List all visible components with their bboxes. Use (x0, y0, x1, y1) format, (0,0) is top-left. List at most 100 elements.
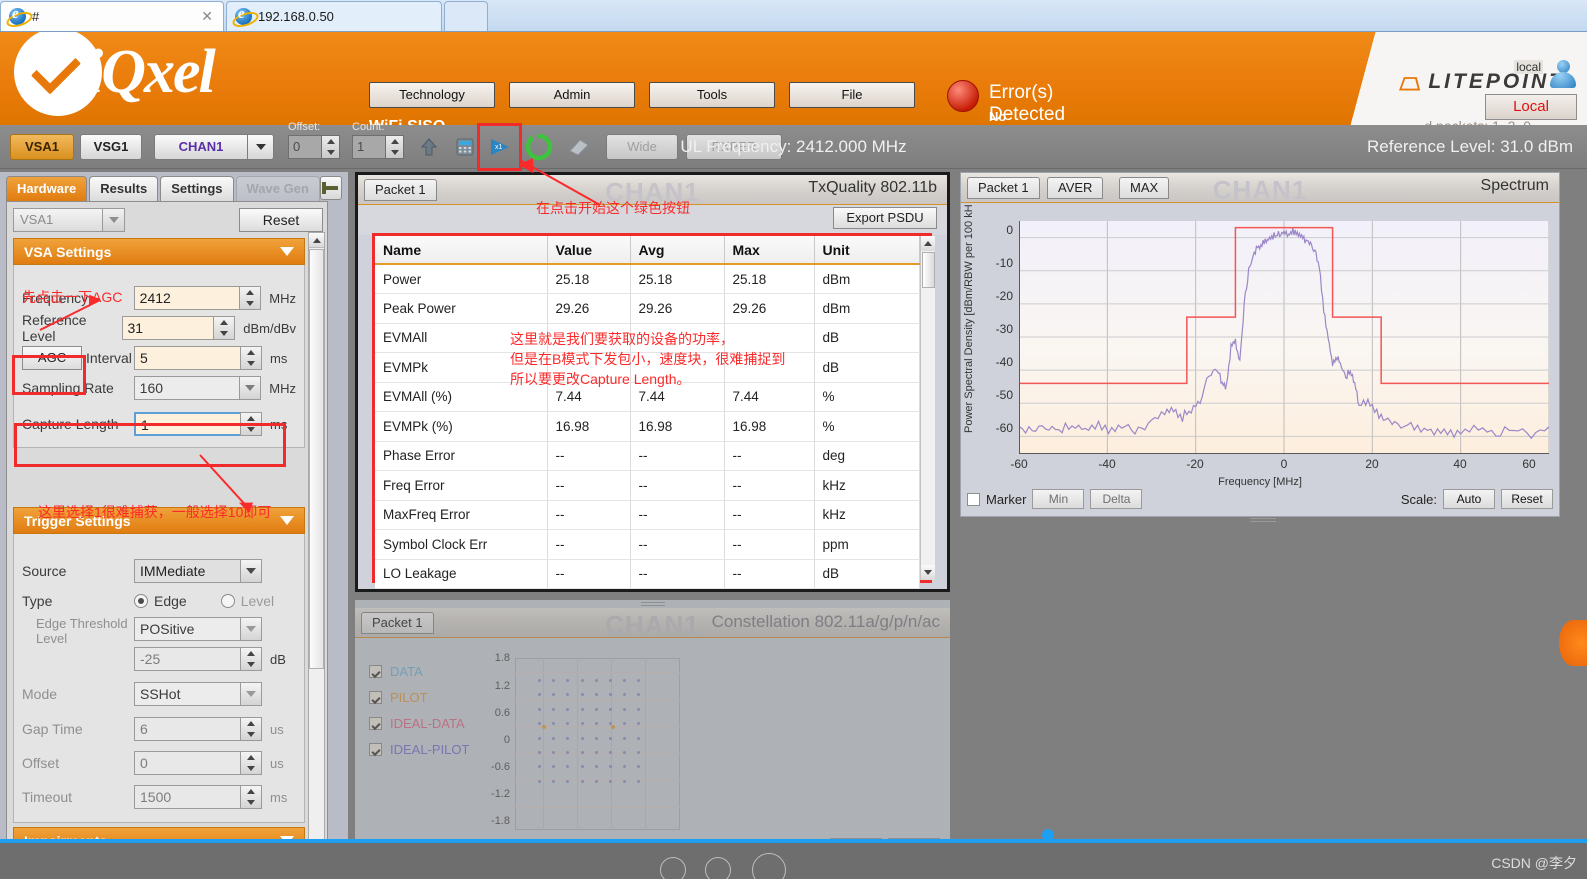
mode-dropdown-icon[interactable] (240, 682, 262, 706)
spectrum-reset-button[interactable]: Reset (1501, 489, 1553, 509)
vsa-settings-header[interactable]: VSA Settings (13, 238, 305, 265)
menu-admin[interactable]: Admin (509, 82, 635, 108)
marker-checkbox[interactable] (967, 492, 980, 506)
cell-value: -- (547, 441, 631, 471)
device-select[interactable]: VSA1 (13, 208, 125, 232)
sampling-rate-select[interactable]: 160 (133, 376, 240, 400)
local-button[interactable]: Local (1485, 94, 1577, 120)
checkbox-icon[interactable] (369, 742, 382, 756)
edge-select[interactable]: POSitive (134, 617, 240, 641)
constellation-packet-tab[interactable]: Packet 1 (361, 612, 434, 634)
radio-edge[interactable]: Edge (134, 593, 187, 609)
legend-item-pilot[interactable]: PILOT (369, 684, 499, 710)
marker-min-button[interactable]: Min (1032, 489, 1085, 509)
table-row[interactable]: Peak Power 29.26 29.26 29.26 dBm (375, 293, 920, 324)
pin-panel-button[interactable] (320, 176, 342, 200)
scroll-up-icon[interactable] (309, 233, 324, 248)
scroll-down-icon[interactable] (920, 565, 935, 580)
timeout-spinner[interactable] (240, 785, 262, 809)
browser-tab-1[interactable]: # ✕ (0, 1, 224, 31)
table-row[interactable]: Power 25.18 25.18 25.18 dBm (375, 264, 920, 294)
spectrum-packet-tab[interactable]: Packet 1 (967, 177, 1040, 199)
constellation-point (538, 707, 541, 711)
checkbox-icon[interactable] (369, 664, 382, 678)
reference-level-input[interactable]: 31 (121, 316, 214, 340)
tab-results[interactable]: Results (89, 176, 159, 201)
source-select[interactable]: IMMediate (134, 559, 240, 583)
table-row[interactable]: EVMPk (%) 16.98 16.98 16.98% (375, 411, 920, 442)
sampling-rate-dropdown-icon[interactable] (239, 376, 262, 400)
export-psdu-button[interactable]: Export PSDU (833, 207, 937, 229)
legend-item-ideal-pilot[interactable]: IDEAL-PILOT (369, 736, 499, 762)
cell-value: 29.26 (547, 293, 631, 324)
threshold-spinner[interactable] (240, 647, 262, 671)
frequency-unit: MHz (269, 290, 296, 306)
left-panel-scrollbar[interactable] (308, 232, 325, 860)
reference-level-spinner[interactable] (213, 316, 236, 340)
gap-time-input[interactable]: 6 (134, 717, 240, 741)
device-select-value: VSA1 (20, 212, 54, 227)
reset-button[interactable]: Reset (239, 208, 323, 232)
pin-icon (322, 182, 338, 194)
table-header-row: Name Value Avg Max Unit (375, 236, 920, 265)
table-row[interactable]: Symbol Clock Err -- -- -- ppm (375, 529, 920, 560)
spectrum-aver-tab[interactable]: AVER (1047, 177, 1104, 199)
browser-new-tab[interactable] (444, 1, 488, 31)
checkbox-icon[interactable] (369, 716, 382, 730)
cell-value: -- (547, 529, 631, 560)
scroll-up-icon[interactable] (920, 236, 935, 251)
threshold-input[interactable]: -25 (134, 647, 240, 671)
gap-time-spinner[interactable] (240, 717, 262, 741)
offset-label: Offset (22, 755, 60, 771)
frequency-input[interactable]: 2412 (133, 286, 240, 310)
txquality-table-scrollbar[interactable] (919, 236, 935, 580)
menu-tools[interactable]: Tools (649, 82, 775, 108)
offset-field-spinner[interactable] (240, 751, 262, 775)
cell-name: Symbol Clock Err (375, 529, 548, 560)
browser-tab-2[interactable]: 192.168.0.50 (226, 1, 442, 31)
tab-settings[interactable]: Settings (160, 176, 234, 201)
table-row[interactable]: MaxFreq Error -- -- -- kHz (375, 500, 920, 530)
device-select-dropdown-icon[interactable] (102, 209, 124, 231)
spectrum-ytick: 0 (1006, 223, 1013, 237)
radio-level[interactable]: Level (220, 593, 274, 609)
user-avatar-icon[interactable] (1549, 60, 1577, 88)
tab-hardware[interactable]: Hardware (6, 176, 88, 201)
legend-item-data[interactable]: DATA (369, 658, 499, 684)
mode-select[interactable]: SSHot (134, 682, 240, 706)
menu-file[interactable]: File (789, 82, 915, 108)
tab-wave-gen[interactable]: Wave Gen (235, 176, 320, 201)
close-icon[interactable]: ✕ (199, 8, 215, 25)
frequency-spinner[interactable] (239, 286, 262, 310)
legend-label: DATA (390, 663, 423, 679)
checkbox-icon[interactable] (369, 690, 382, 704)
menu-technology[interactable]: Technology (369, 82, 495, 108)
spectrum-max-tab[interactable]: MAX (1119, 177, 1170, 199)
bottom-slider-handle[interactable] (1042, 829, 1054, 841)
constellation-point (538, 679, 541, 682)
table-row[interactable]: Freq Error -- -- -- kHz (375, 470, 920, 501)
annotation-trigger-note: 这里选择1很难捕获，一般选择10即可 (38, 504, 272, 520)
scrollbar-thumb[interactable] (309, 249, 324, 669)
cell-max (724, 323, 815, 353)
source-dropdown-icon[interactable] (240, 559, 262, 583)
panel-resize-grip[interactable] (641, 602, 665, 607)
interval-spinner[interactable] (240, 346, 262, 370)
constellation-point (580, 722, 584, 726)
spectrum-resize-grip[interactable] (1250, 518, 1276, 523)
edge-dropdown-icon[interactable] (240, 617, 262, 641)
scrollbar-thumb[interactable] (921, 252, 935, 288)
spectrum-auto-button[interactable]: Auto (1443, 489, 1495, 509)
txquality-packet-tab[interactable]: Packet 1 (364, 179, 437, 201)
cell-value: 16.98 (547, 411, 631, 442)
interval-input[interactable]: 5 (134, 346, 240, 370)
table-row[interactable]: Phase Error -- -- -- deg (375, 441, 920, 471)
timeout-input[interactable]: 1500 (134, 785, 240, 809)
cell-max: -- (724, 529, 815, 560)
offset-input-field[interactable]: 0 (134, 751, 240, 775)
marker-delta-button[interactable]: Delta (1090, 489, 1143, 509)
legend-item-ideal-data[interactable]: IDEAL-DATA (369, 710, 499, 736)
offset-field-unit: us (270, 755, 284, 771)
cell-value: -- (547, 500, 631, 530)
table-row[interactable]: LO Leakage -- -- -- dB (375, 559, 920, 589)
